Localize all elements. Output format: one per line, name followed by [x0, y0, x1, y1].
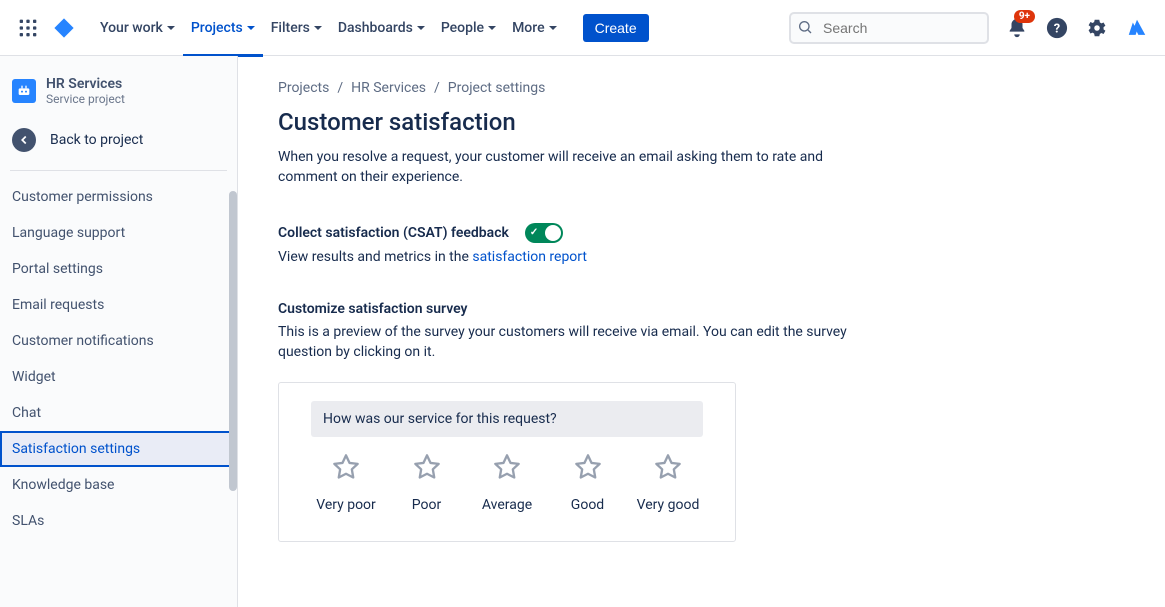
project-name: HR Services — [46, 76, 125, 92]
project-avatar-icon — [12, 79, 36, 103]
sidebar-item-customer-notifications[interactable]: Customer notifications — [0, 323, 237, 359]
sidebar-item-slas[interactable]: SLAs — [0, 503, 237, 539]
csat-toggle[interactable]: ✓ — [525, 223, 563, 243]
notifications-badge: 9+ — [1014, 10, 1035, 23]
rating-option[interactable]: Good — [553, 453, 623, 513]
breadcrumb-item[interactable]: Project settings — [448, 80, 546, 96]
settings-icon[interactable] — [1081, 12, 1113, 44]
chevron-down-icon — [247, 26, 255, 30]
atlassian-icon[interactable] — [1121, 12, 1153, 44]
customize-description: This is a preview of the survey your cus… — [278, 323, 888, 362]
search-input[interactable] — [789, 12, 989, 44]
nav-item-projects[interactable]: Projects — [183, 12, 263, 44]
rating-label: Very good — [637, 497, 700, 513]
chevron-down-icon — [549, 26, 557, 30]
sidebar-item-chat[interactable]: Chat — [0, 395, 237, 431]
nav-item-your-work[interactable]: Your work — [92, 12, 183, 44]
chevron-down-icon — [417, 26, 425, 30]
back-to-project[interactable]: Back to project — [0, 118, 237, 162]
sidebar-item-satisfaction-settings[interactable]: Satisfaction settings — [0, 431, 237, 467]
sidebar-item-email-requests[interactable]: Email requests — [0, 287, 237, 323]
chevron-down-icon — [488, 26, 496, 30]
chevron-down-icon — [314, 26, 322, 30]
search-icon — [797, 19, 813, 39]
sidebar-item-customer-permissions[interactable]: Customer permissions — [0, 179, 237, 215]
sidebar-item-portal-settings[interactable]: Portal settings — [0, 251, 237, 287]
survey-question-input[interactable]: How was our service for this request? — [311, 401, 703, 437]
sidebar-scrollbar[interactable] — [229, 191, 237, 491]
breadcrumb-item[interactable]: HR Services — [351, 80, 426, 96]
sidebar-item-language-support[interactable]: Language support — [0, 215, 237, 251]
rating-label: Very poor — [316, 497, 376, 513]
chevron-down-icon — [167, 26, 175, 30]
main-content: Projects / HR Services / Project setting… — [238, 56, 1165, 607]
survey-preview: How was our service for this request? Ve… — [278, 382, 736, 542]
topbar: Your work Projects Filters Dashboards People… — [0, 0, 1165, 56]
results-prefix: View results and metrics in the — [278, 249, 472, 265]
nav-label: Your work — [100, 20, 163, 36]
rating-option[interactable]: Average — [472, 453, 542, 513]
check-icon: ✓ — [530, 228, 538, 238]
nav-item-dashboards[interactable]: Dashboards — [330, 12, 433, 44]
nav-label: Projects — [191, 20, 243, 36]
nav-items: Your work Projects Filters Dashboards People… — [92, 12, 565, 44]
star-icon — [574, 453, 602, 485]
sidebar: HR Services Service project Back to proj… — [0, 56, 238, 607]
app-switcher-icon[interactable] — [12, 12, 44, 44]
csat-label: Collect satisfaction (CSAT) feedback — [278, 225, 509, 241]
page-description: When you resolve a request, your custome… — [278, 148, 878, 187]
page-title: Customer satisfaction — [278, 108, 1125, 136]
rating-label: Good — [571, 497, 604, 513]
create-button[interactable]: Create — [583, 14, 649, 42]
sidebar-item-knowledge-base[interactable]: Knowledge base — [0, 467, 237, 503]
nav-label: More — [512, 20, 545, 36]
rating-label: Average — [482, 497, 532, 513]
nav-label: Dashboards — [338, 20, 413, 36]
nav-label: People — [441, 20, 484, 36]
rating-option[interactable]: Very poor — [311, 453, 381, 513]
rating-label: Poor — [412, 497, 441, 513]
breadcrumb: Projects / HR Services / Project setting… — [278, 80, 1125, 96]
nav-item-more[interactable]: More — [504, 12, 565, 44]
nav-label: Filters — [271, 20, 310, 36]
breadcrumb-item[interactable]: Projects — [278, 80, 329, 96]
star-icon — [413, 453, 441, 485]
satisfaction-report-link[interactable]: satisfaction report — [472, 249, 587, 265]
jira-logo-icon[interactable] — [48, 12, 80, 44]
star-icon — [332, 453, 360, 485]
project-type: Service project — [46, 92, 125, 106]
search-box — [789, 12, 989, 44]
sidebar-item-widget[interactable]: Widget — [0, 359, 237, 395]
notifications-icon[interactable]: 9+ — [1001, 12, 1033, 44]
project-header: HR Services Service project — [0, 56, 237, 118]
svg-text:?: ? — [1054, 21, 1060, 36]
star-icon — [654, 453, 682, 485]
rating-option[interactable]: Poor — [392, 453, 462, 513]
star-icon — [493, 453, 521, 485]
rating-option[interactable]: Very good — [633, 453, 703, 513]
customize-heading: Customize satisfaction survey — [278, 301, 1125, 317]
back-label: Back to project — [50, 132, 143, 148]
help-icon[interactable]: ? — [1041, 12, 1073, 44]
nav-item-filters[interactable]: Filters — [263, 12, 330, 44]
back-arrow-icon — [12, 128, 36, 152]
nav-item-people[interactable]: People — [433, 12, 504, 44]
